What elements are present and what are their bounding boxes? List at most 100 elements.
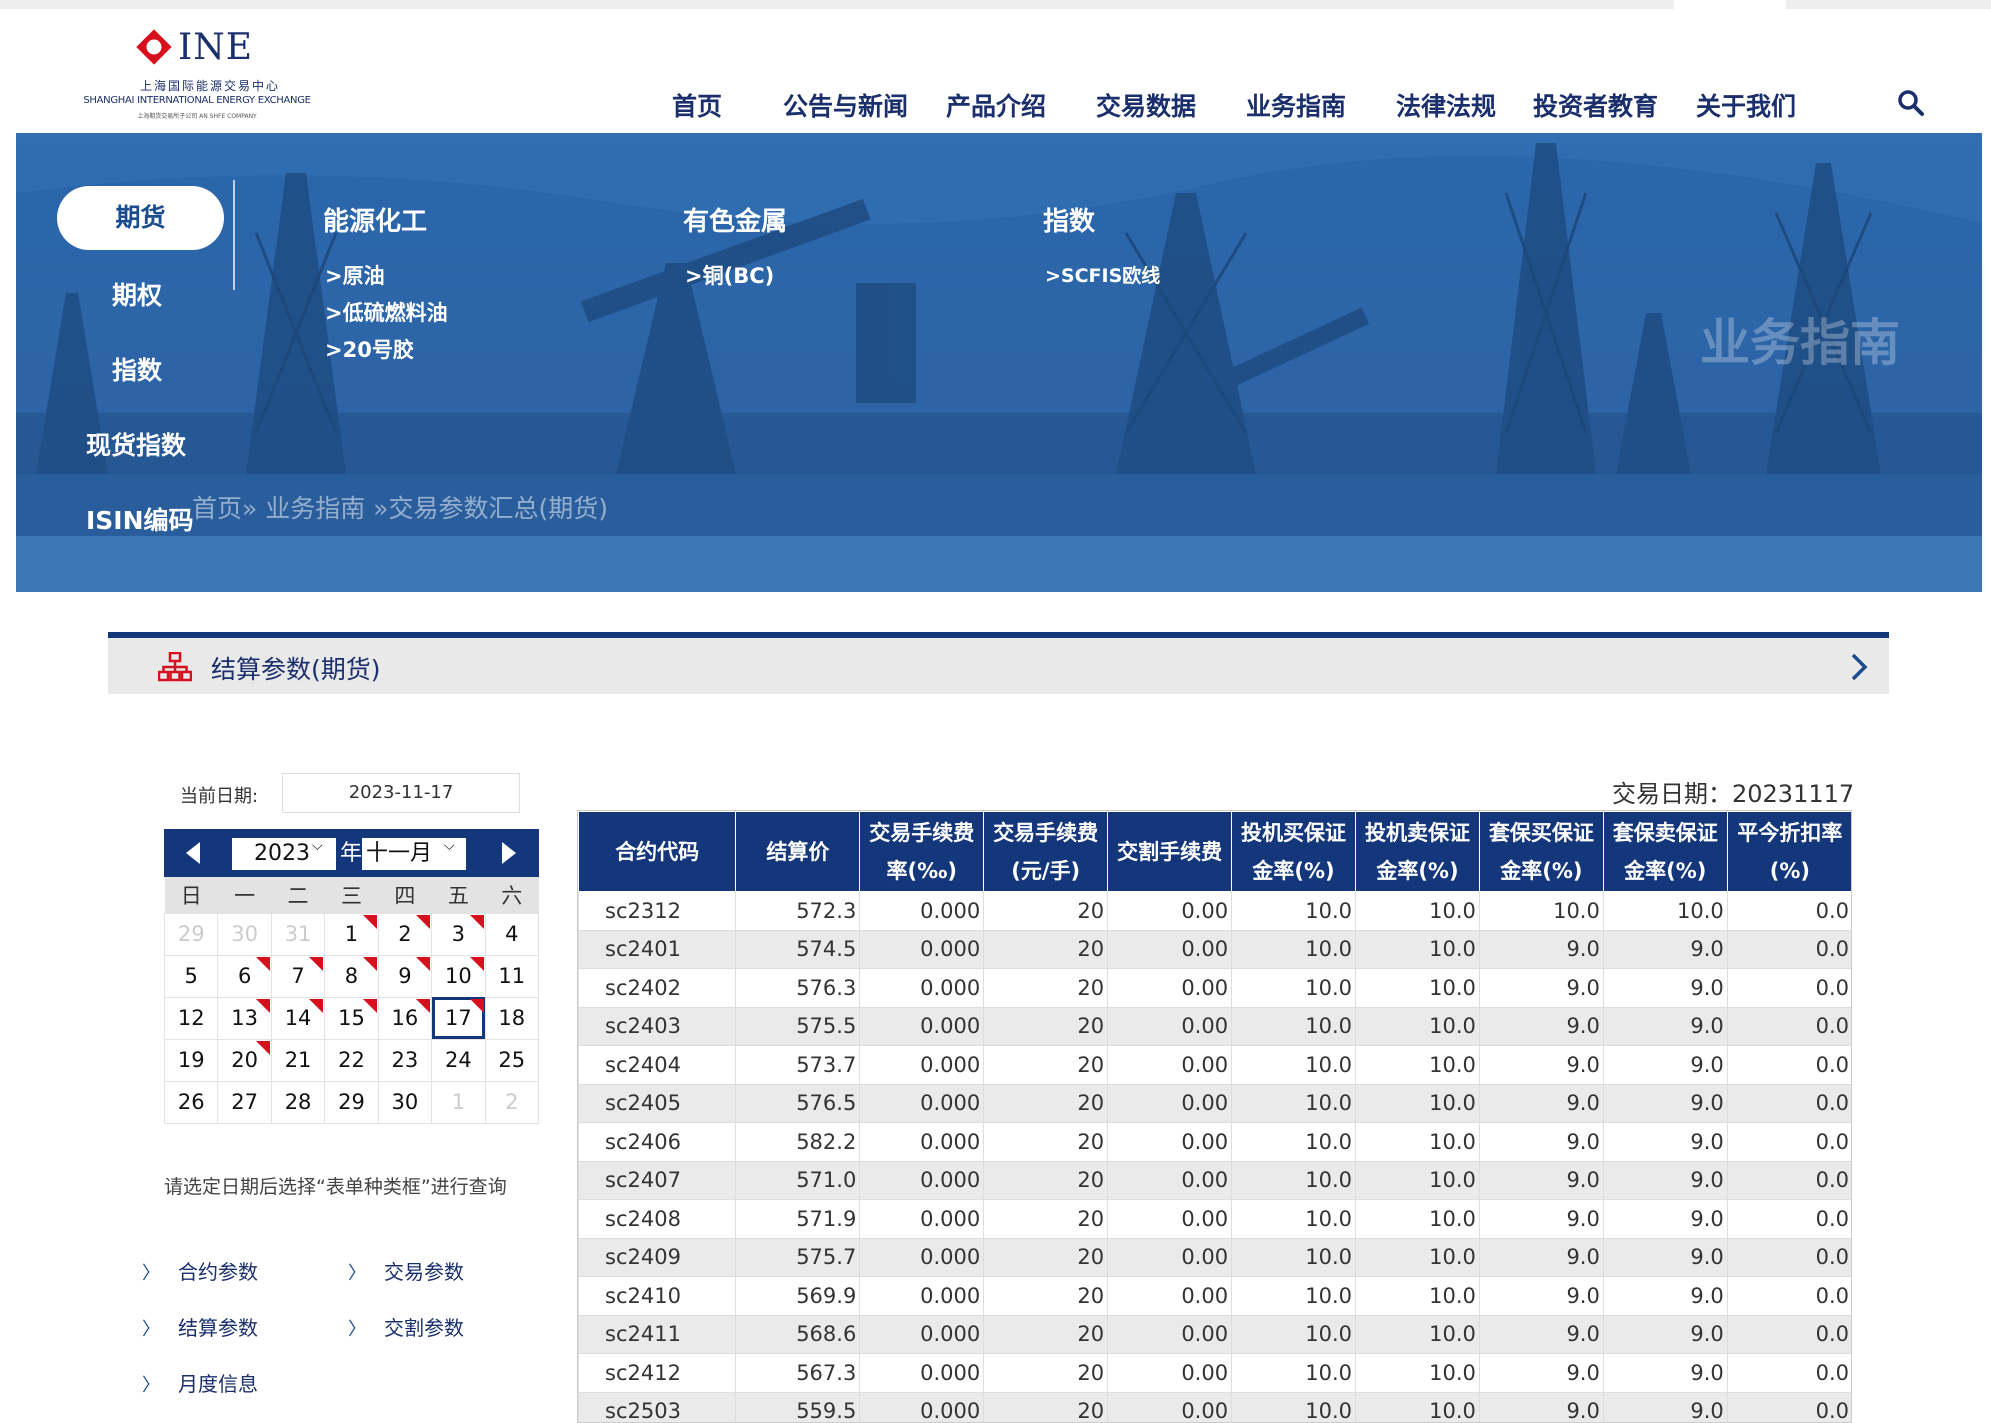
table-cell: 0.0 (1726, 1276, 1851, 1316)
table-row: sc2411 568.6 0.000 20 0.00 10.0 10.0 9.0 9.0 0.0 (578, 1314, 1851, 1354)
column-header-line: 交割手续费 (1117, 839, 1223, 864)
calendar-day[interactable]: 9 (377, 954, 433, 998)
link-tsr20[interactable]: >20号胶 (325, 334, 414, 364)
calendar-day[interactable]: 21 (270, 1038, 326, 1082)
calendar-day[interactable]: 13 (217, 996, 272, 1040)
table-cell: 10.0 (1231, 1353, 1356, 1393)
column-header[interactable]: 套保卖保证 金率(%) (1602, 811, 1728, 892)
calendar-day[interactable]: 24 (431, 1038, 486, 1082)
side-item-index[interactable]: 指数 (112, 351, 162, 387)
side-item-isin[interactable]: ISIN编码 (86, 501, 194, 537)
side-item-options[interactable]: 期权 (112, 276, 162, 312)
chevron-right-icon[interactable] (1848, 652, 1870, 682)
table-cell: 20 (983, 1391, 1109, 1422)
calendar-day[interactable]: 30 (377, 1080, 433, 1124)
column-header[interactable]: 结算价 (735, 811, 861, 892)
calendar-day[interactable]: 18 (484, 996, 540, 1040)
calendar-day[interactable]: 1 (324, 912, 379, 956)
table-cell: 0.000 (859, 1314, 985, 1354)
calendar-day[interactable]: 15 (324, 996, 379, 1040)
link-settlement-params[interactable]: 〉结算参数 (142, 1312, 258, 1341)
link-delivery-params[interactable]: 〉交割参数 (348, 1312, 464, 1341)
calendar-day[interactable]: 20 (217, 1038, 272, 1082)
calendar-day[interactable]: 31 (270, 912, 326, 956)
nav-products[interactable]: 产品介绍 (946, 87, 1046, 123)
nav-investor-education[interactable]: 投资者教育 (1533, 87, 1658, 123)
column-header[interactable]: 套保买保证 金率(%) (1478, 811, 1604, 892)
link-crude-oil[interactable]: >原油 (325, 260, 385, 290)
contract-code-cell: sc2403 (578, 1006, 737, 1046)
side-item-spot-index[interactable]: 现货指数 (86, 426, 186, 462)
calendar-day[interactable]: 5 (163, 954, 219, 998)
calendar-day[interactable]: 22 (324, 1038, 379, 1082)
table-cell: 9.0 (1478, 1122, 1604, 1162)
chevron-right-icon: 〉 (348, 1319, 366, 1340)
panel-header: 结算参数(期货) (108, 638, 1889, 694)
table-cell: 0.000 (859, 1122, 985, 1162)
table-cell: 10.0 (1355, 1122, 1480, 1162)
nav-about[interactable]: 关于我们 (1696, 87, 1796, 123)
link-contract-params[interactable]: 〉合约参数 (142, 1256, 258, 1285)
table-cell: 9.0 (1602, 1006, 1728, 1046)
calendar-day[interactable]: 23 (377, 1038, 433, 1082)
table-cell: 20 (983, 1006, 1109, 1046)
side-item-futures[interactable]: 期货 (57, 186, 224, 250)
breadcrumb[interactable]: 首页» 业务指南 »交易参数汇总(期货) (192, 489, 608, 525)
table-cell: 10.0 (1355, 1006, 1480, 1046)
calendar-day[interactable]: 8 (324, 954, 379, 998)
calendar-day[interactable]: 6 (217, 954, 272, 998)
calendar-day[interactable]: 28 (270, 1080, 326, 1124)
contract-code-cell: sc2404 (578, 1045, 737, 1085)
table-cell: 9.0 (1478, 1237, 1604, 1277)
nav-laws[interactable]: 法律法规 (1396, 87, 1496, 123)
calendar-day[interactable]: 1 (431, 1080, 486, 1124)
current-date-field[interactable]: 2023-11-17 (282, 773, 520, 813)
calendar-day[interactable]: 10 (431, 954, 486, 998)
calendar-day[interactable]: 29 (324, 1080, 379, 1124)
link-trading-params[interactable]: 〉交易参数 (348, 1256, 464, 1285)
column-header[interactable]: 投机卖保证 金率(%) (1355, 811, 1480, 892)
triangle-right-icon[interactable] (500, 841, 518, 865)
panel-title: 结算参数(期货) (211, 655, 381, 684)
ine-logo[interactable]: INE 上海国际能源交易中心 SHANGHAI INTERNATIONAL EN… (72, 21, 322, 121)
column-header[interactable]: 交易手续费 率(‰) (859, 811, 985, 892)
calendar-day[interactable]: 4 (484, 912, 540, 956)
column-header[interactable]: 交割手续费 (1107, 811, 1233, 892)
search-icon[interactable] (1896, 88, 1926, 118)
link-scfis[interactable]: >SCFIS欧线 (1045, 261, 1160, 288)
table-cell: 0.000 (859, 1160, 985, 1200)
column-header[interactable]: 平今折扣率 (%) (1726, 811, 1851, 892)
nav-business-guide[interactable]: 业务指南 (1246, 87, 1346, 123)
calendar-day[interactable]: 2 (484, 1080, 540, 1124)
table-cell: 9.0 (1602, 1353, 1728, 1393)
calendar-day-selected[interactable]: 17 (431, 996, 486, 1040)
calendar-day[interactable]: 27 (217, 1080, 272, 1124)
calendar-day[interactable]: 16 (377, 996, 433, 1040)
nav-announcements[interactable]: 公告与新闻 (783, 87, 908, 123)
calendar-day[interactable]: 3 (431, 912, 486, 956)
nav-home[interactable]: 首页 (672, 87, 722, 123)
calendar-day[interactable]: 30 (217, 912, 272, 956)
banner: 业务指南 期货 期权 指数 现货指数 ISIN编码 能源化工 >原油 >低硫燃料… (16, 133, 1982, 592)
weekday-header: 六 (485, 877, 539, 913)
link-copper-bc[interactable]: >铜(BC) (685, 260, 774, 290)
calendar-day[interactable]: 12 (163, 996, 219, 1040)
triangle-left-icon[interactable] (184, 841, 202, 865)
calendar-day[interactable]: 25 (484, 1038, 540, 1082)
column-header[interactable]: 合约代码 (578, 811, 737, 892)
calendar-day[interactable]: 29 (163, 912, 219, 956)
nav-trading-data[interactable]: 交易数据 (1096, 87, 1196, 123)
link-monthly-info[interactable]: 〉月度信息 (142, 1368, 258, 1397)
table-cell: 571.0 (735, 1160, 861, 1200)
calendar-day[interactable]: 7 (270, 954, 326, 998)
calendar-day[interactable]: 14 (270, 996, 326, 1040)
calendar-day[interactable]: 26 (163, 1080, 219, 1124)
calendar-day[interactable]: 2 (377, 912, 433, 956)
calendar-day[interactable]: 19 (163, 1038, 219, 1082)
calendar-day[interactable]: 11 (484, 954, 540, 998)
column-header[interactable]: 交易手续费 (元/手) (983, 811, 1109, 892)
settlement-table: 合约代码 结算价 交易手续费 率(‰) 交易手续费 (元/手) 交割手续费 投机买保证 金率(%… (578, 811, 1851, 1422)
column-header[interactable]: 投机买保证 金率(%) (1231, 811, 1356, 892)
link-low-sulfur-fuel-oil[interactable]: >低硫燃料油 (325, 297, 448, 327)
table-cell: 572.3 (735, 891, 861, 931)
